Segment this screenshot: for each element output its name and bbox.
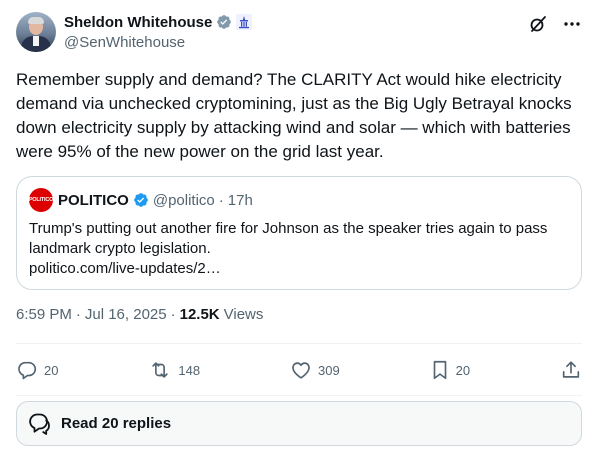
tweet-header: Sheldon Whitehouse @SenWhitehouse (16, 12, 582, 54)
share-icon (562, 361, 580, 378)
verified-badge-icon (134, 193, 148, 207)
reply-button[interactable]: 20 (16, 359, 58, 381)
tweet-meta: 6:59 PM · Jul 16, 2025 · 12.5K Views (16, 306, 263, 323)
bookmark-button[interactable]: 20 (430, 359, 470, 381)
separator-dot: · (170, 306, 176, 323)
verified-badge-icon (217, 15, 232, 29)
capitol-affiliation-icon (236, 14, 253, 30)
bookmark-icon (433, 360, 446, 380)
read-replies-label: Read 20 replies (61, 415, 172, 432)
like-icon (292, 362, 310, 379)
more-icon[interactable] (562, 14, 582, 34)
quoted-tweet-card[interactable]: POLITICO POLITICO @politico · 17h Trump'… (16, 176, 582, 290)
separator-dot: · (218, 191, 224, 209)
author-names: Sheldon Whitehouse @SenWhitehouse (64, 12, 253, 51)
like-count: 309 (317, 362, 340, 378)
quoted-author-name[interactable]: POLITICO (58, 192, 129, 209)
divider (16, 343, 582, 344)
divider (16, 395, 582, 396)
read-replies-button[interactable]: Read 20 replies (16, 401, 582, 446)
quoted-link[interactable]: politico.com/live-updates/2… (29, 259, 569, 279)
engagement-bar: 20 148 309 20 (16, 356, 582, 384)
quoted-text-line-2: landmark crypto legislation. (29, 240, 211, 257)
repost-icon (152, 362, 169, 378)
tweet-date[interactable]: Jul 16, 2025 (85, 306, 167, 323)
share-button[interactable] (560, 359, 582, 381)
bookmark-count: 20 (455, 362, 471, 378)
grok-icon[interactable] (528, 14, 548, 34)
views-label: Views (223, 306, 264, 323)
repost-button[interactable]: 148 (148, 359, 200, 381)
tweet-time[interactable]: 6:59 PM (16, 306, 72, 323)
separator-dot: · (75, 306, 81, 323)
author-display-name[interactable]: Sheldon Whitehouse (64, 14, 212, 31)
quoted-tweet-time[interactable]: 17h (228, 192, 253, 209)
views-count: 12.5K (179, 306, 220, 323)
tweet-text: Remember supply and demand? The CLARITY … (16, 70, 572, 161)
chat-bubbles-icon (29, 413, 50, 435)
quoted-author-handle[interactable]: @politico (153, 192, 215, 209)
top-actions (528, 14, 582, 34)
quoted-text-line-1: Trump's putting out another fire for Joh… (29, 220, 548, 237)
author-handle[interactable]: @SenWhitehouse (64, 34, 252, 51)
reply-count: 20 (44, 362, 59, 378)
author-avatar[interactable] (16, 12, 56, 52)
quoted-tweet-text: Trump's putting out another fire for Joh… (29, 219, 569, 279)
politico-avatar[interactable]: POLITICO (29, 188, 53, 212)
like-button[interactable]: 309 (290, 359, 340, 381)
reply-icon (18, 361, 37, 380)
quoted-tweet-header: POLITICO POLITICO @politico · 17h (29, 188, 569, 212)
repost-count: 148 (178, 362, 201, 378)
